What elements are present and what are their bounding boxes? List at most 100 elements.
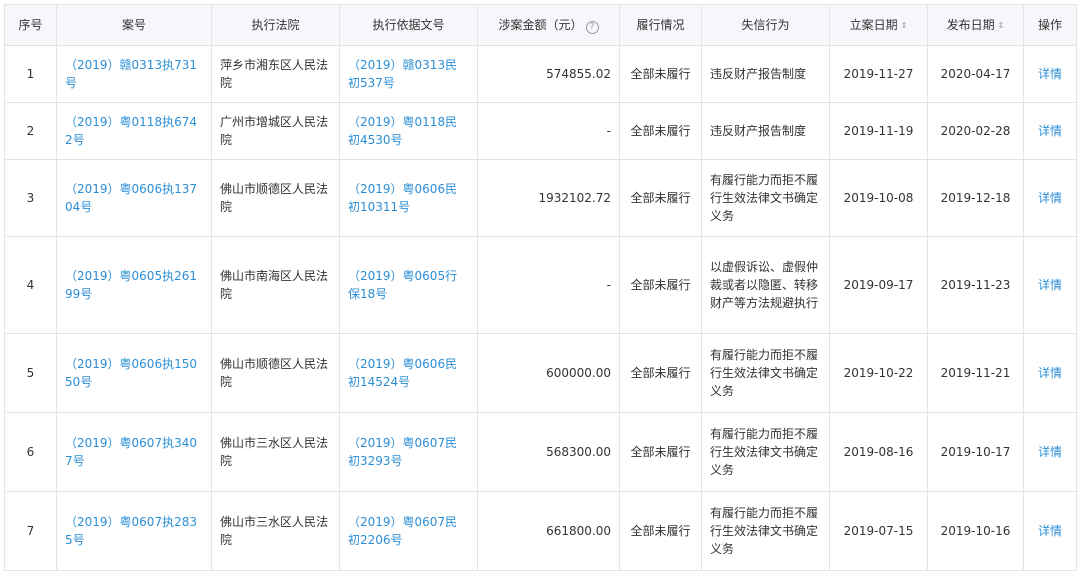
cell-index: 1 [4,45,57,103]
cell-performance: 全部未履行 [619,491,702,571]
cell-publish-date: 2019-10-17 [927,412,1024,492]
cell-index: 6 [4,412,57,492]
cell-index: 2 [4,102,57,160]
cell-action: 详情 [1023,236,1077,334]
details-link[interactable]: 详情 [1038,191,1062,205]
basis-link[interactable]: （2019）粤0607民初3293号 [348,436,457,468]
header-case-no: 案号 [56,4,212,46]
cell-index: 3 [4,159,57,237]
header-amount-label: 涉案金额（元） [498,18,583,32]
details-link[interactable]: 详情 [1038,524,1062,538]
cell-filing-date: 2019-11-27 [829,45,928,103]
cell-filing-date: 2019-10-22 [829,333,928,413]
cell-behavior: 违反财产报告制度 [701,102,830,160]
header-filing-date-label: 立案日期 [849,18,898,32]
table-header: 序号 案号 执行法院 执行依据文号 涉案金额（元）? 履行情况 失信行为 立案日… [4,4,1077,46]
basis-link[interactable]: （2019）粤0606民初10311号 [348,182,457,214]
cell-behavior: 违反财产报告制度 [701,45,830,103]
cell-filing-date: 2019-07-15 [829,491,928,571]
header-court-label: 执行法院 [251,18,300,32]
header-filing-date[interactable]: 立案日期 ⇕ [829,4,928,46]
cell-performance: 全部未履行 [619,333,702,413]
question-circle-icon[interactable]: ? [585,21,599,34]
details-link[interactable]: 详情 [1038,366,1062,380]
table-body: 1 （2019）赣0313执731号 萍乡市湘东区人民法院 （2019）赣031… [4,45,1077,571]
cell-court: 佛山市三水区人民法院 [211,412,340,492]
header-publish-date-label: 发布日期 [946,18,995,32]
cell-case-no: （2019）赣0313执731号 [56,45,212,103]
case-no-link[interactable]: （2019）粤0607执3407号 [65,436,197,468]
cell-case-no: （2019）粤0118执6742号 [56,102,212,160]
cell-amount: - [477,236,620,334]
cell-basis: （2019）赣0313民初537号 [339,45,478,103]
cell-basis: （2019）粤0607民初2206号 [339,491,478,571]
cell-index: 7 [4,491,57,571]
cell-case-no: （2019）粤0607执3407号 [56,412,212,492]
table-row: 5 （2019）粤0606执15050号 佛山市顺德区人民法院 （2019）粤0… [4,333,1077,413]
cell-amount: - [477,102,620,160]
header-publish-date[interactable]: 发布日期 ⇕ [927,4,1024,46]
cell-behavior: 以虚假诉讼、虚假仲裁或者以隐匿、转移财产等方法规避执行 [701,236,830,334]
table-row: 3 （2019）粤0606执13704号 佛山市顺德区人民法院 （2019）粤0… [4,159,1077,237]
case-no-link[interactable]: （2019）粤0605执26199号 [65,269,197,301]
cell-court: 佛山市顺德区人民法院 [211,333,340,413]
table-row: 1 （2019）赣0313执731号 萍乡市湘东区人民法院 （2019）赣031… [4,45,1077,103]
cell-performance: 全部未履行 [619,159,702,237]
basis-link[interactable]: （2019）粤0118民初4530号 [348,115,457,147]
basis-link[interactable]: （2019）赣0313民初537号 [348,58,457,90]
table-row: 2 （2019）粤0118执6742号 广州市增城区人民法院 （2019）粤01… [4,102,1077,160]
cell-index: 5 [4,333,57,413]
cell-court: 佛山市南海区人民法院 [211,236,340,334]
cell-court: 佛山市三水区人民法院 [211,491,340,571]
case-no-link[interactable]: （2019）粤0606执13704号 [65,182,197,214]
cell-action: 详情 [1023,412,1077,492]
cell-case-no: （2019）粤0606执15050号 [56,333,212,413]
cell-publish-date: 2019-10-16 [927,491,1024,571]
header-basis: 执行依据文号 [339,4,478,46]
cell-basis: （2019）粤0607民初3293号 [339,412,478,492]
basis-link[interactable]: （2019）粤0607民初2206号 [348,515,457,547]
header-case-no-label: 案号 [121,18,146,32]
sort-icon[interactable]: ⇕ [998,22,1005,30]
case-no-link[interactable]: （2019）赣0313执731号 [65,58,197,90]
cell-performance: 全部未履行 [619,45,702,103]
cell-publish-date: 2020-02-28 [927,102,1024,160]
cell-performance: 全部未履行 [619,412,702,492]
cell-filing-date: 2019-10-08 [829,159,928,237]
cell-case-no: （2019）粤0605执26199号 [56,236,212,334]
cell-publish-date: 2020-04-17 [927,45,1024,103]
header-basis-label: 执行依据文号 [372,18,445,32]
header-action-label: 操作 [1037,18,1062,32]
details-link[interactable]: 详情 [1038,445,1062,459]
cell-behavior: 有履行能力而拒不履行生效法律文书确定义务 [701,159,830,237]
header-behavior-label: 失信行为 [741,18,790,32]
cell-amount: 568300.00 [477,412,620,492]
cell-amount: 574855.02 [477,45,620,103]
cell-behavior: 有履行能力而拒不履行生效法律文书确定义务 [701,333,830,413]
details-link[interactable]: 详情 [1038,278,1062,292]
cell-action: 详情 [1023,159,1077,237]
details-link[interactable]: 详情 [1038,67,1062,81]
basis-link[interactable]: （2019）粤0606民初14524号 [348,357,457,389]
cell-basis: （2019）粤0606民初10311号 [339,159,478,237]
cell-performance: 全部未履行 [619,236,702,334]
table-row: 6 （2019）粤0607执3407号 佛山市三水区人民法院 （2019）粤06… [4,412,1077,492]
cell-court: 佛山市顺德区人民法院 [211,159,340,237]
case-no-link[interactable]: （2019）粤0118执6742号 [65,115,197,147]
cell-court: 广州市增城区人民法院 [211,102,340,160]
cell-action: 详情 [1023,333,1077,413]
case-no-link[interactable]: （2019）粤0607执2835号 [65,515,197,547]
sort-icon[interactable]: ⇕ [901,22,908,30]
cell-case-no: （2019）粤0606执13704号 [56,159,212,237]
basis-link[interactable]: （2019）粤0605行保18号 [348,269,457,301]
cell-basis: （2019）粤0605行保18号 [339,236,478,334]
cell-filing-date: 2019-09-17 [829,236,928,334]
case-no-link[interactable]: （2019）粤0606执15050号 [65,357,197,389]
details-link[interactable]: 详情 [1038,124,1062,138]
cell-behavior: 有履行能力而拒不履行生效法律文书确定义务 [701,412,830,492]
header-amount: 涉案金额（元）? [477,4,620,46]
cell-basis: （2019）粤0606民初14524号 [339,333,478,413]
header-performance-label: 履行情况 [636,18,685,32]
header-court: 执行法院 [211,4,340,46]
header-index-label: 序号 [18,18,43,32]
